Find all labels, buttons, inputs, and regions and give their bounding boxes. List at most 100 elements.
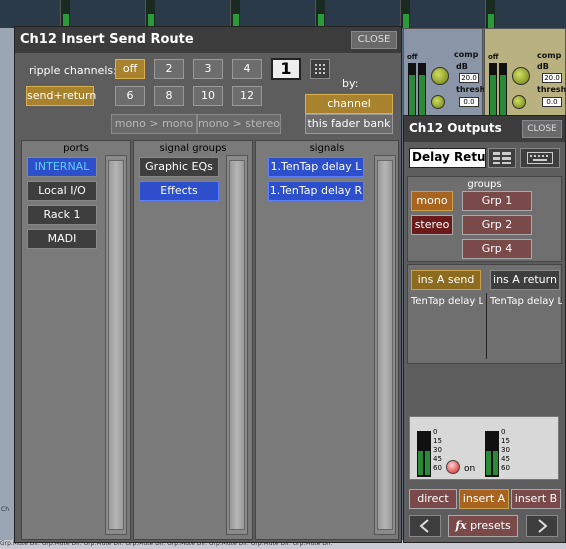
signal-tentap-delay-l[interactable]: 1.TenTap delay L (268, 157, 364, 177)
ratio-value: 20.0 (459, 73, 479, 83)
meter-scale: 0 15 30 45 60 (433, 428, 442, 472)
ripple-3-button[interactable]: 3 (193, 59, 223, 79)
ripple-4-button[interactable]: 4 (232, 59, 262, 79)
presets-label: presets (470, 519, 511, 532)
background-meter-bar (0, 0, 566, 28)
group-4-button[interactable]: Grp 4 (462, 239, 532, 259)
signal-group-effects[interactable]: Effects (139, 181, 219, 201)
signal-tentap-delay-r[interactable]: 1.TenTap delay R (268, 181, 364, 201)
input-meter (424, 431, 431, 477)
previous-arrow-icon[interactable] (409, 515, 441, 537)
mono-to-stereo-button[interactable]: mono > stereo (197, 114, 281, 134)
group-2-button[interactable]: Grp 2 (462, 215, 532, 235)
meter (60, 0, 70, 28)
signal-groups-header: signal groups (159, 143, 227, 154)
comp-strip: off dB 20.0 thresh 0.0 (403, 28, 485, 120)
off-label: off (407, 53, 418, 61)
thresh-knob[interactable] (512, 95, 526, 109)
close-button[interactable]: CLOSE (351, 31, 397, 49)
port-internal[interactable]: INTERNAL (27, 157, 97, 177)
ripple-8-button[interactable]: 8 (154, 86, 184, 106)
comp-knob[interactable] (431, 67, 449, 85)
ripple-10-button[interactable]: 10 (193, 86, 223, 106)
signals-header: signals (309, 143, 345, 154)
ports-panel: ports INTERNAL Local I/O Rack 1 MADI (21, 140, 131, 540)
presets-button[interactable]: fx presets (448, 515, 518, 537)
insert-send-route-window: Ch12 Insert Send Route CLOSE ripple chan… (14, 26, 402, 543)
signal-groups-panel: signal groups Graphic EQs Effects (133, 140, 253, 540)
divider (486, 293, 487, 359)
output-meter (492, 431, 499, 477)
ports-header: ports (63, 143, 89, 154)
signals-scrollbar[interactable] (374, 155, 396, 535)
ins-a-return-value: TenTap delay L (490, 296, 562, 307)
list-view-icon[interactable] (488, 148, 516, 168)
mono-button[interactable]: mono (411, 191, 453, 211)
groups-panel: groups mono stereo Grp 1 Grp 2 Grp 4 (407, 176, 562, 262)
thresh-value: 0.0 (542, 97, 562, 107)
fx-icon: fx (455, 519, 467, 532)
on-button[interactable] (446, 460, 460, 474)
ins-a-return-button[interactable]: ins A return (490, 270, 560, 290)
level-meter (499, 63, 507, 117)
thresh-label: thresh (537, 85, 566, 94)
ins-a-send-button[interactable]: ins A send (411, 270, 481, 290)
signal-groups-scrollbar[interactable] (226, 155, 248, 535)
window-title: Ch12 Insert Send Route (15, 27, 401, 53)
port-madi[interactable]: MADI (27, 229, 97, 249)
meter-scale: 0 15 30 45 60 (501, 428, 510, 472)
on-label: on (464, 464, 476, 474)
comp-strip: off comp dB 20.0 thresh 0.0 (484, 28, 566, 120)
meter (400, 0, 410, 28)
group-1-button[interactable]: Grp 1 (462, 191, 532, 211)
meter (145, 0, 155, 28)
thresh-knob[interactable] (431, 95, 445, 109)
mixer-screen: Ch off dB 20.0 thresh 0.0 off comp dB 20… (0, 0, 566, 549)
ratio-value: 20.0 (542, 73, 562, 83)
level-meter (418, 63, 426, 117)
insert-a-button[interactable]: insert A (459, 489, 509, 509)
level-meter (489, 63, 497, 117)
strip-label: Ch (1, 506, 9, 513)
mono-to-mono-button[interactable]: mono > mono (111, 114, 197, 134)
signal-group-graphic-eqs[interactable]: Graphic EQs (139, 157, 219, 177)
level-meter (408, 63, 416, 117)
outputs-close-button[interactable]: CLOSE (522, 120, 562, 138)
ripple-count-display: 1 (271, 58, 301, 80)
channel-number-button[interactable]: channel number (305, 94, 393, 128)
comp-label: comp (537, 51, 562, 60)
output-meter (485, 431, 492, 477)
ins-a-send-value: TenTap delay L (411, 296, 483, 307)
by-label: by: (342, 77, 359, 90)
port-rack-1[interactable]: Rack 1 (27, 205, 97, 225)
ripple-2-button[interactable]: 2 (154, 59, 184, 79)
port-local-io[interactable]: Local I/O (27, 181, 97, 201)
groups-label: groups (467, 179, 502, 190)
ripple-channels-label: ripple channels: (29, 64, 117, 77)
meter-panel: 0 15 30 45 60 on 0 15 30 45 60 (409, 416, 559, 480)
meter (315, 0, 325, 28)
insert-b-button[interactable]: insert B (511, 489, 561, 509)
input-meter (417, 431, 424, 477)
ripple-12-button[interactable]: 12 (232, 86, 262, 106)
meter (230, 0, 240, 28)
direct-button[interactable]: direct (409, 489, 457, 509)
ripple-6-button[interactable]: 6 (115, 86, 145, 106)
keyboard-icon[interactable] (520, 148, 560, 168)
ports-scrollbar[interactable] (105, 155, 127, 535)
stereo-button[interactable]: stereo (411, 215, 453, 235)
next-arrow-icon[interactable] (526, 515, 558, 537)
meter (485, 0, 495, 28)
comp-label: comp (454, 50, 479, 59)
thresh-value: 0.0 (459, 97, 479, 107)
ripple-off-button[interactable]: off (115, 59, 145, 79)
channel-name-field[interactable]: Delay Retur (409, 148, 486, 168)
outputs-window: Ch12 Outputs CLOSE Delay Retur groups mo… (403, 115, 566, 543)
off-label: off (488, 53, 499, 61)
comp-knob[interactable] (512, 67, 530, 85)
send-return-button[interactable]: send+return (26, 86, 96, 106)
grid-icon[interactable] (310, 59, 330, 79)
db-label: dB (456, 62, 468, 71)
this-fader-bank-button[interactable]: this fader bank (305, 114, 393, 134)
inserts-panel: ins A send ins A return TenTap delay L T… (407, 264, 562, 364)
